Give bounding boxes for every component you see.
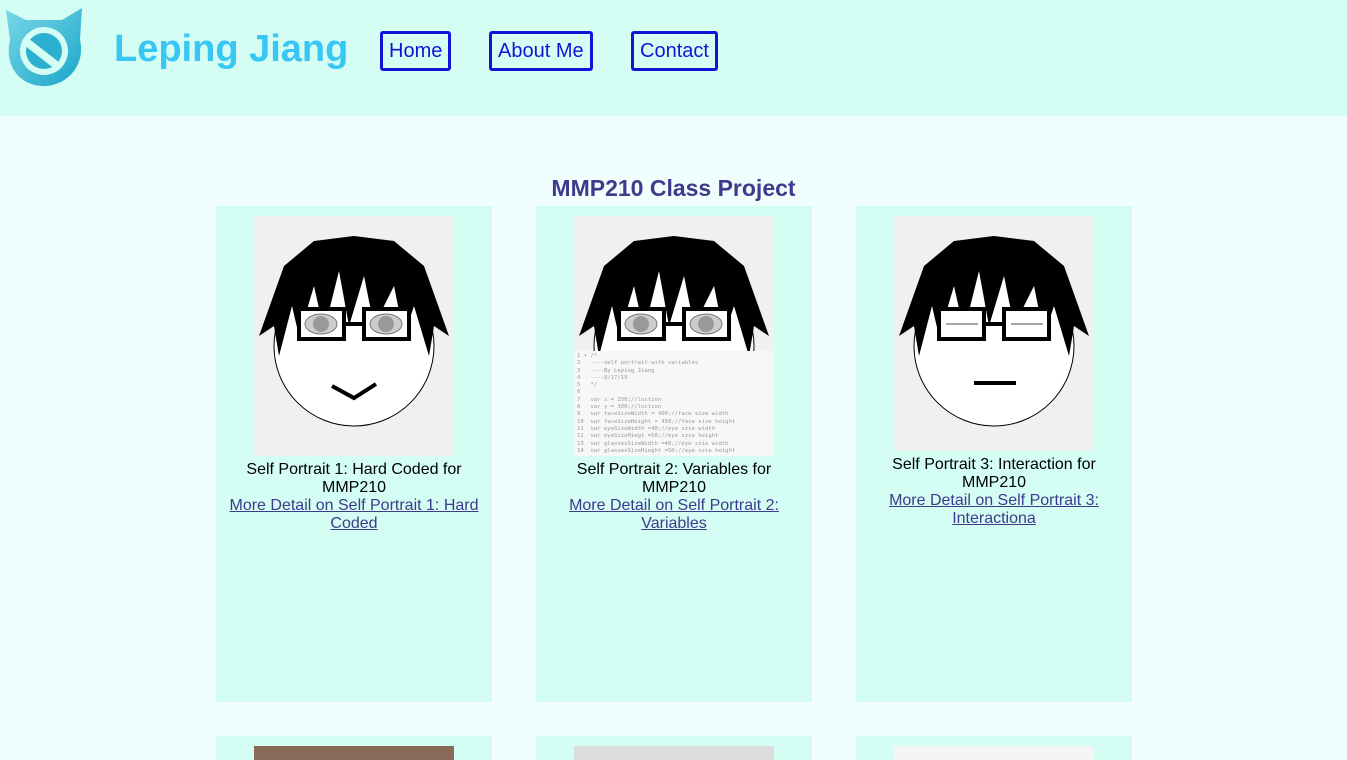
site-title: Leping Jiang [114, 28, 349, 70]
card-detail-link[interactable]: More Detail on Self Portrait 2: Variable… [546, 497, 802, 533]
nav-home-button[interactable]: Home [380, 31, 452, 71]
card-caption: Self Portrait 2: Variables for MMP210 [576, 461, 772, 496]
project-card-2: 1 ▾ /* 2 ----self portrait with variables… [536, 206, 812, 702]
portrait-thumbnail[interactable] [894, 216, 1094, 451]
card-caption: Self Portrait 1: Hard Coded for MMP210 [246, 461, 462, 496]
project-card-4 [216, 736, 492, 760]
project-thumbnail[interactable] [894, 746, 1094, 760]
cat-ear-logo-icon[interactable] [2, 4, 86, 88]
project-thumbnail[interactable] [254, 746, 454, 760]
site-header: Leping Jiang Home About Me Contact [0, 0, 1347, 116]
portrait-thumbnail[interactable]: 1 ▾ /* 2 ----self portrait with variables… [574, 216, 774, 456]
project-card-3: Self Portrait 3: Interaction for MMP210 … [856, 206, 1132, 702]
section-title: MMP210 Class Project [551, 175, 796, 201]
project-card-6 [856, 736, 1132, 760]
project-card-1: Self Portrait 1: Hard Coded for MMP210 M… [216, 206, 492, 702]
card-detail-link[interactable]: More Detail on Self Portrait 1: Hard Cod… [226, 497, 482, 533]
nav-about-button[interactable]: About Me [489, 31, 593, 71]
project-card-5 [536, 736, 812, 760]
card-caption: Self Portrait 3: Interaction for MMP210 [892, 456, 1096, 491]
code-snippet: 1 ▾ /* 2 ----self portrait with variables… [574, 351, 774, 456]
card-detail-link[interactable]: More Detail on Self Portrait 3: Interact… [866, 492, 1122, 528]
portrait-thumbnail[interactable] [254, 216, 454, 456]
project-thumbnail[interactable] [574, 746, 774, 760]
nav-contact-button[interactable]: Contact [631, 31, 718, 71]
